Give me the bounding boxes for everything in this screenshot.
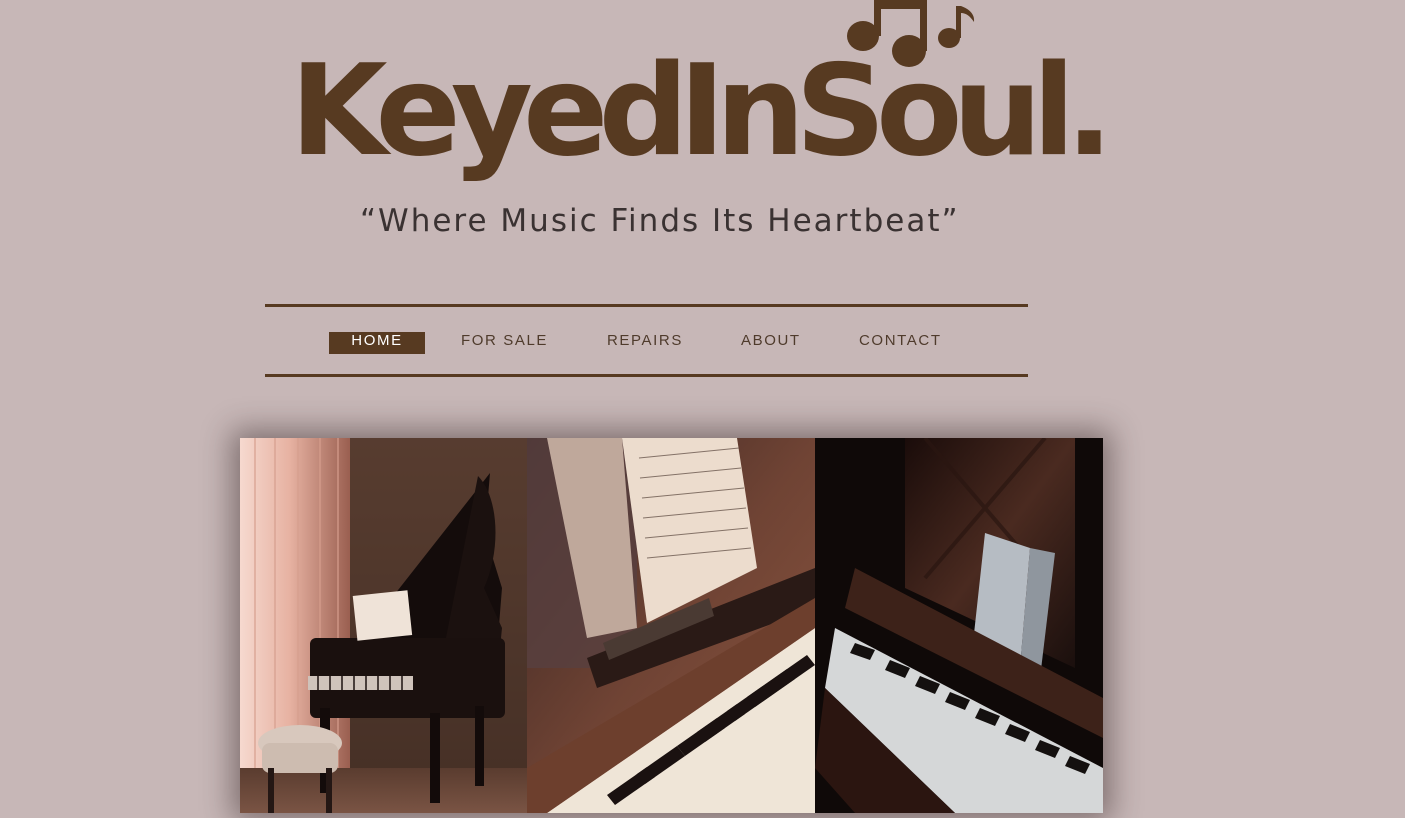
nav-item-for-sale[interactable]: FOR SALE [461, 332, 548, 354]
nav-item-contact[interactable]: CONTACT [859, 332, 942, 354]
page: KeyedInSoul. “Where Music Finds Its Hear… [0, 0, 1405, 818]
site-logo[interactable]: KeyedInSoul. “Where Music Finds Its Hear… [290, 0, 1113, 260]
upright-piano-sheet-music-photo [527, 438, 815, 813]
main-nav: HOME FOR SALE REPAIRS ABOUT CONTACT [265, 304, 1028, 377]
nav-item-home[interactable]: HOME [329, 332, 425, 354]
hero-gallery [240, 438, 1103, 813]
nav-item-repairs[interactable]: REPAIRS [607, 332, 683, 354]
logo-tagline: “Where Music Finds Its Heartbeat” [360, 203, 960, 239]
dark-piano-keys-photo [815, 438, 1103, 813]
grand-piano-photo [240, 438, 527, 813]
nav-item-about[interactable]: ABOUT [741, 332, 801, 354]
logo-wordmark: KeyedInSoul. [290, 37, 1113, 184]
